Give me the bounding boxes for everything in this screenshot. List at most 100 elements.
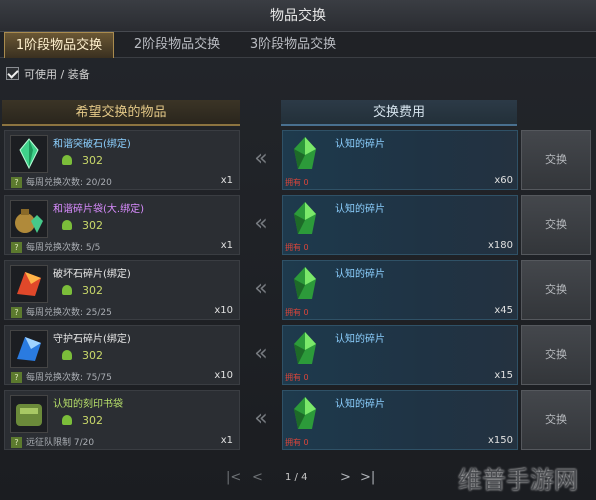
exchange-cost-header: 交换费用 bbox=[281, 100, 517, 126]
double-chevron-left-icon: « bbox=[254, 406, 268, 431]
exchange-row: 和谐碎片袋(大.绑定) 302 ? 每周兑换次数: 5/5 x1 « 认知的碎片 … bbox=[0, 195, 596, 255]
exchange-limit: ? 每周兑换次数: 25/25 bbox=[11, 305, 239, 318]
wanted-item-card[interactable]: 认知的刻印书袋 302 ? 远征队限制 7/20 x1 bbox=[4, 390, 240, 450]
exchange-window: 物品交换 1阶段物品交换 2阶段物品交换 3阶段物品交换 可使用 / 装备 希望… bbox=[0, 0, 596, 500]
item-price-value: 302 bbox=[82, 154, 103, 167]
red-shard-icon bbox=[10, 265, 48, 303]
question-icon: ? bbox=[11, 307, 22, 318]
cost-card: 认知的碎片 拥有 0 x180 bbox=[282, 195, 518, 255]
blue-shard-icon bbox=[10, 330, 48, 368]
question-icon: ? bbox=[11, 437, 22, 448]
item-quantity: x1 bbox=[220, 175, 233, 186]
cost-item-name: 认知的碎片 bbox=[335, 139, 385, 150]
wanted-items-header: 希望交换的物品 bbox=[2, 100, 240, 126]
green-crystal-icon bbox=[10, 135, 48, 173]
exchange-button[interactable]: 交换 bbox=[521, 325, 591, 385]
cost-item-name: 认知的碎片 bbox=[335, 269, 385, 280]
helmet-icon bbox=[62, 350, 72, 360]
item-quantity: x10 bbox=[214, 370, 233, 381]
usable-checkbox[interactable] bbox=[6, 67, 19, 80]
double-chevron-left-icon: « bbox=[254, 211, 268, 236]
cost-quantity: x15 bbox=[494, 370, 513, 381]
usable-filter[interactable]: 可使用 / 装备 bbox=[6, 66, 90, 84]
item-price-value: 302 bbox=[82, 284, 103, 297]
double-chevron-left-icon: « bbox=[254, 341, 268, 366]
double-chevron-left-icon: « bbox=[254, 146, 268, 171]
double-chevron-left-icon: « bbox=[254, 276, 268, 301]
item-price-value: 302 bbox=[82, 349, 103, 362]
cost-item-name: 认知的碎片 bbox=[335, 334, 385, 345]
tab-stage-2[interactable]: 2阶段物品交换 bbox=[122, 32, 232, 58]
helmet-icon bbox=[62, 285, 72, 295]
helmet-icon bbox=[62, 220, 72, 230]
wanted-item-card[interactable]: 破坏石碎片(绑定) 302 ? 每周兑换次数: 25/25 x10 bbox=[4, 260, 240, 320]
exchange-button[interactable]: 交换 bbox=[521, 130, 591, 190]
cost-card: 认知的碎片 拥有 0 x60 bbox=[282, 130, 518, 190]
cost-quantity: x60 bbox=[494, 175, 513, 186]
item-price: 302 bbox=[62, 349, 103, 362]
exchange-limit: ? 每周兑换次数: 20/20 bbox=[11, 175, 239, 188]
owned-count: 拥有 0 bbox=[285, 308, 309, 317]
exchange-row: 破坏石碎片(绑定) 302 ? 每周兑换次数: 25/25 x10 « 认知的碎片… bbox=[0, 260, 596, 320]
item-quantity: x1 bbox=[220, 240, 233, 251]
next-page-button[interactable]: > bbox=[340, 470, 351, 485]
cost-item-name: 认知的碎片 bbox=[335, 399, 385, 410]
question-icon: ? bbox=[11, 177, 22, 188]
cost-card: 认知的碎片 拥有 0 x45 bbox=[282, 260, 518, 320]
exchange-button[interactable]: 交换 bbox=[521, 390, 591, 450]
exchange-button[interactable]: 交换 bbox=[521, 195, 591, 255]
owned-count: 拥有 0 bbox=[285, 373, 309, 382]
wanted-item-card[interactable]: 和谐碎片袋(大.绑定) 302 ? 每周兑换次数: 5/5 x1 bbox=[4, 195, 240, 255]
book-bag-icon bbox=[10, 395, 48, 433]
item-name: 和谐突破石(绑定) bbox=[53, 139, 131, 150]
fragment-icon bbox=[288, 200, 322, 238]
item-name: 和谐碎片袋(大.绑定) bbox=[53, 204, 144, 215]
item-price: 302 bbox=[62, 154, 103, 167]
exchange-limit: ? 每周兑换次数: 75/75 bbox=[11, 370, 239, 383]
pouch-icon bbox=[10, 200, 48, 238]
exchange-limit-text: 每周兑换次数: 5/5 bbox=[26, 243, 101, 253]
wanted-item-card[interactable]: 和谐突破石(绑定) 302 ? 每周兑换次数: 20/20 x1 bbox=[4, 130, 240, 190]
cost-quantity: x45 bbox=[494, 305, 513, 316]
exchange-row: 和谐突破石(绑定) 302 ? 每周兑换次数: 20/20 x1 « 认知的碎片 … bbox=[0, 130, 596, 190]
first-page-button[interactable]: |< bbox=[226, 470, 241, 485]
fragment-icon bbox=[288, 265, 322, 303]
question-icon: ? bbox=[11, 372, 22, 383]
usable-filter-label: 可使用 / 装备 bbox=[24, 68, 90, 81]
tab-stage-1[interactable]: 1阶段物品交换 bbox=[4, 32, 114, 58]
exchange-limit-text: 每周兑换次数: 25/25 bbox=[26, 308, 112, 318]
question-icon: ? bbox=[11, 242, 22, 253]
cost-card: 认知的碎片 拥有 0 x15 bbox=[282, 325, 518, 385]
item-price-value: 302 bbox=[82, 414, 103, 427]
wanted-item-card[interactable]: 守护石碎片(绑定) 302 ? 每周兑换次数: 75/75 x10 bbox=[4, 325, 240, 385]
prev-page-button[interactable]: < bbox=[252, 470, 263, 485]
stage-tabs: 1阶段物品交换 2阶段物品交换 3阶段物品交换 bbox=[0, 32, 596, 58]
item-name: 认知的刻印书袋 bbox=[53, 399, 123, 410]
exchange-limit-text: 每周兑换次数: 75/75 bbox=[26, 373, 112, 383]
helmet-icon bbox=[62, 415, 72, 425]
helmet-icon bbox=[62, 155, 72, 165]
owned-count: 拥有 0 bbox=[285, 438, 309, 447]
fragment-icon bbox=[288, 330, 322, 368]
exchange-button[interactable]: 交换 bbox=[521, 260, 591, 320]
exchange-limit-text: 远征队限制 7/20 bbox=[26, 438, 95, 448]
exchange-limit-text: 每周兑换次数: 20/20 bbox=[26, 178, 112, 188]
tab-stage-3[interactable]: 3阶段物品交换 bbox=[238, 32, 348, 58]
owned-count: 拥有 0 bbox=[285, 178, 309, 187]
fragment-icon bbox=[288, 395, 322, 433]
page-indicator: 1 / 4 bbox=[285, 472, 308, 483]
item-quantity: x10 bbox=[214, 305, 233, 316]
cost-card: 认知的碎片 拥有 0 x150 bbox=[282, 390, 518, 450]
item-price: 302 bbox=[62, 414, 103, 427]
last-page-button[interactable]: >| bbox=[360, 470, 375, 485]
item-price-value: 302 bbox=[82, 219, 103, 232]
cost-quantity: x150 bbox=[487, 435, 513, 446]
watermark: 维普手游网 bbox=[458, 466, 578, 494]
exchange-row: 守护石碎片(绑定) 302 ? 每周兑换次数: 75/75 x10 « 认知的碎片… bbox=[0, 325, 596, 385]
window-title: 物品交换 bbox=[0, 0, 596, 32]
item-quantity: x1 bbox=[220, 435, 233, 446]
cost-item-name: 认知的碎片 bbox=[335, 204, 385, 215]
cost-quantity: x180 bbox=[487, 240, 513, 251]
item-price: 302 bbox=[62, 219, 103, 232]
exchange-limit: ? 远征队限制 7/20 bbox=[11, 435, 239, 448]
